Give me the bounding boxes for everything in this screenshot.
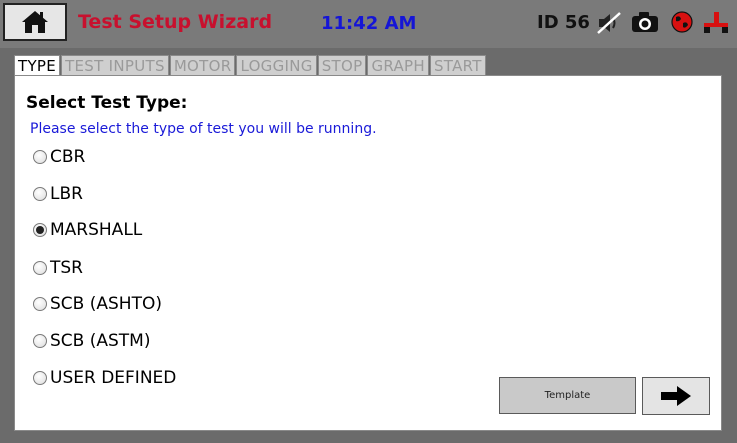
tab-graph[interactable]: GRAPH <box>367 55 429 75</box>
option-tsr[interactable]: TSR <box>33 256 83 280</box>
option-cbr[interactable]: CBR <box>33 145 85 169</box>
option-scb-ashto[interactable]: SCB (ASHTO) <box>33 292 162 316</box>
option-label: TSR <box>50 258 83 278</box>
wizard-tabs: TYPE TEST INPUTS MOTOR LOGGING STOP GRAP… <box>14 55 487 76</box>
option-label: SCB (ASHTO) <box>50 294 162 314</box>
device-id: ID 56 <box>537 12 590 33</box>
radio-button[interactable] <box>33 297 47 311</box>
option-label: CBR <box>50 147 86 167</box>
template-button[interactable]: Template <box>499 377 636 414</box>
radio-button[interactable] <box>33 371 47 385</box>
home-button[interactable] <box>3 3 67 41</box>
arrow-right-icon <box>661 386 691 406</box>
option-label: SCB (ASTM) <box>50 331 151 351</box>
radio-button[interactable] <box>33 150 47 164</box>
option-user-defined[interactable]: USER DEFINED <box>33 366 176 390</box>
app-title: Test Setup Wizard <box>78 11 273 33</box>
tab-start[interactable]: START <box>429 55 486 75</box>
next-button[interactable] <box>642 377 710 415</box>
globe-icon[interactable] <box>671 11 693 33</box>
test-type-panel: Select Test Type: Please select the type… <box>14 75 722 431</box>
camera-icon[interactable] <box>631 11 659 33</box>
radio-button[interactable] <box>33 261 47 275</box>
option-label: USER DEFINED <box>50 368 177 388</box>
tab-motor[interactable]: MOTOR <box>169 55 236 75</box>
clock: 11:42 AM <box>321 13 417 34</box>
page-title: Select Test Type: <box>26 93 188 113</box>
network-icon[interactable] <box>702 11 730 35</box>
option-label: MARSHALL <box>50 220 143 240</box>
mute-icon[interactable] <box>596 11 622 35</box>
option-lbr[interactable]: LBR <box>33 182 83 206</box>
top-bar: Test Setup Wizard 11:42 AM ID 56 <box>0 0 737 48</box>
tab-logging[interactable]: LOGGING <box>236 55 317 75</box>
tab-type[interactable]: TYPE <box>14 55 61 76</box>
option-scb-astm[interactable]: SCB (ASTM) <box>33 329 150 353</box>
option-marshall[interactable]: MARSHALL <box>33 218 142 242</box>
radio-button[interactable] <box>33 334 47 348</box>
radio-button[interactable] <box>33 187 47 201</box>
home-icon <box>22 11 48 33</box>
instruction-text: Please select the type of test you will … <box>30 121 377 137</box>
option-label: LBR <box>50 184 83 204</box>
tab-stop[interactable]: STOP <box>317 55 367 75</box>
tab-test-inputs[interactable]: TEST INPUTS <box>61 55 169 75</box>
radio-button-selected[interactable] <box>33 223 47 237</box>
